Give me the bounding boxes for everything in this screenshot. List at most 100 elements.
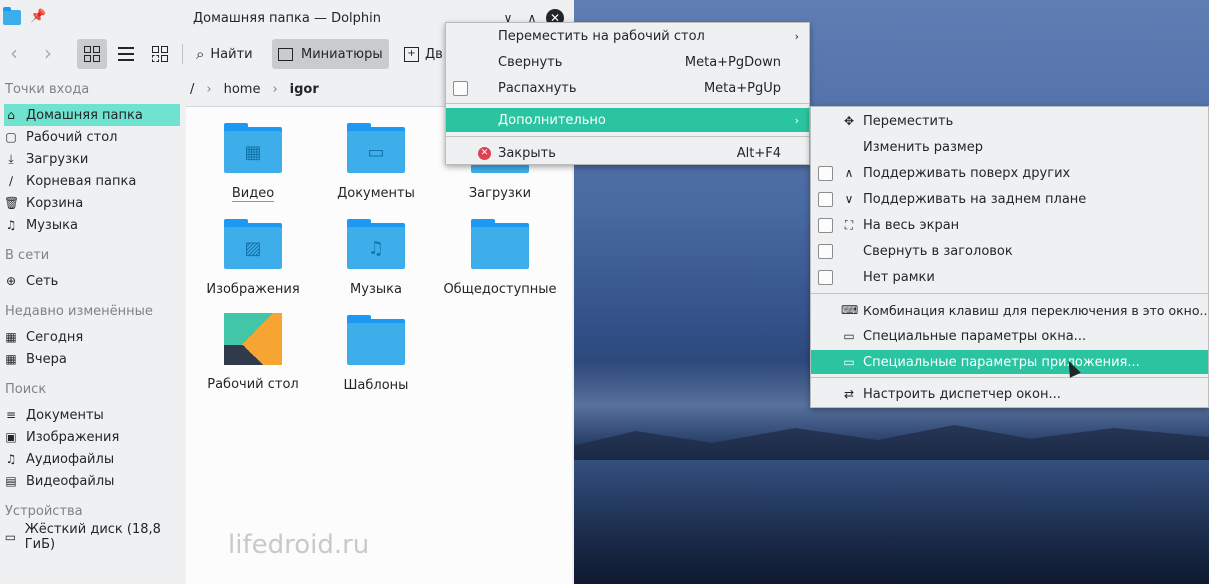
shade-checkbox[interactable]	[818, 243, 833, 259]
menu-item-label: Переместить	[863, 113, 954, 129]
sidebar-item-label: Вчера	[26, 351, 67, 367]
sidebar-item-label: Загрузки	[26, 151, 89, 167]
sidebar-item-root[interactable]: ∕ Корневая папка	[4, 170, 180, 192]
more-actions-submenu: ✥ Переместить Изменить размер ∧ Поддержи…	[810, 106, 1209, 408]
menu-item-label: Специальные параметры приложения...	[863, 354, 1140, 370]
sidebar-item-music[interactable]: ♫ Музыка	[4, 214, 180, 236]
no-border-checkbox[interactable]	[818, 269, 833, 285]
menu-item-no-border[interactable]: Нет рамки	[811, 265, 1208, 289]
menu-item-fullscreen[interactable]: ⛶ На весь экран	[811, 213, 1208, 237]
download-icon: ⤓	[8, 151, 14, 166]
menu-item-label: Переместить на рабочий стол	[498, 28, 705, 44]
folder-public-icon	[471, 219, 529, 269]
compact-view-button[interactable]	[111, 39, 141, 69]
split-view-button[interactable]: + Дв	[398, 39, 449, 69]
breadcrumb-root[interactable]: /	[190, 82, 194, 97]
details-view-icon	[152, 46, 168, 62]
sidebar-item-label: Жёсткий диск (18,8 ГиБ)	[24, 522, 161, 552]
music-icon: ♫	[5, 218, 17, 232]
menu-item-window-shortcut[interactable]: ⌨ Комбинация клавиш для переключения в э…	[811, 298, 1208, 322]
sidebar-item-images[interactable]: ▣ Изображения	[4, 426, 180, 448]
menu-item-keep-above[interactable]: ∧ Поддерживать поверх других	[811, 161, 1208, 185]
keyboard-icon: ⌨	[841, 303, 859, 317]
sidebar-item-today[interactable]: ▦ Сегодня	[4, 326, 180, 348]
settings-sliders-icon: ⇄	[843, 387, 855, 401]
menu-item-resize[interactable]: Изменить размер	[811, 135, 1208, 159]
sidebar-item-label: Сеть	[26, 273, 59, 289]
devices-header: Устройства	[5, 504, 83, 519]
file-item-videos[interactable]: ▦ Видео	[191, 107, 315, 201]
watermark: lifedroid.ru	[228, 530, 370, 560]
maximize-checkbox[interactable]	[453, 80, 468, 96]
sidebar-item-yesterday[interactable]: ▦ Вчера	[4, 348, 180, 370]
calendar-icon: ▦	[5, 330, 17, 344]
file-label: Документы	[337, 186, 415, 201]
menu-item-move[interactable]: ✥ Переместить	[811, 109, 1208, 133]
breadcrumb-home[interactable]: home	[224, 82, 261, 97]
menu-item-label: Изменить размер	[863, 139, 983, 155]
toolbar-separator	[182, 44, 183, 64]
wallpaper-lake	[572, 460, 1209, 584]
root-folder-icon: ∕	[8, 174, 14, 188]
fullscreen-checkbox[interactable]	[818, 217, 833, 233]
keep-above-checkbox[interactable]	[818, 165, 833, 181]
sidebar-item-home[interactable]: ⌂ Домашняя папка	[4, 104, 180, 126]
file-label: Музыка	[350, 282, 402, 297]
breadcrumb-current[interactable]: igor	[290, 82, 319, 97]
back-button[interactable]: ‹	[10, 43, 18, 63]
menu-item-minimize[interactable]: Свернуть Meta+PgDown	[446, 50, 809, 74]
thumbnails-button[interactable]: Миниатюры	[272, 39, 389, 69]
find-button[interactable]: ⌕ Найти	[190, 39, 259, 69]
menu-item-configure-wm[interactable]: ⇄ Настроить диспетчер окон...	[811, 382, 1208, 406]
menu-separator	[811, 293, 1208, 294]
places-header: Точки входа	[5, 82, 90, 97]
menu-item-maximize[interactable]: Распахнуть Meta+PgUp	[446, 76, 809, 100]
sidebar-item-label: Домашняя папка	[26, 107, 143, 123]
menu-item-more-actions[interactable]: Дополнительно ›	[446, 108, 809, 132]
icons-view-button[interactable]	[77, 39, 107, 69]
desktop-thumbnail-icon	[224, 313, 282, 365]
sidebar-item-audio[interactable]: ♫ Аудиофайлы	[4, 448, 180, 470]
forward-button[interactable]: ›	[44, 43, 52, 63]
network-icon: ⊕	[5, 274, 17, 288]
sidebar-item-downloads[interactable]: ⤓ Загрузки	[4, 148, 180, 170]
sidebar-item-label: Рабочий стол	[26, 129, 118, 145]
file-item-public[interactable]: Общедоступные	[438, 203, 562, 297]
menu-item-keep-below[interactable]: ∨ Поддерживать на заднем плане	[811, 187, 1208, 211]
image-icon: ▣	[5, 430, 17, 444]
chevron-right-icon: ›	[794, 113, 799, 127]
sidebar-item-documents[interactable]: ≡ Документы	[4, 404, 180, 426]
menu-item-close[interactable]: ✕ Закрыть Alt+F4	[446, 141, 809, 165]
menu-item-label: Закрыть	[498, 145, 556, 161]
menu-separator	[446, 103, 809, 104]
menu-item-label: Нет рамки	[863, 269, 935, 285]
file-item-documents[interactable]: ▭ Документы	[314, 107, 438, 201]
file-item-images[interactable]: ▨ Изображения	[191, 203, 315, 297]
sidebar-item-videos[interactable]: ▤ Видеофайлы	[4, 470, 180, 492]
file-item-desktop[interactable]: Рабочий стол	[191, 299, 315, 392]
sidebar-item-trash[interactable]: 🗑 Корзина	[4, 192, 180, 214]
menu-item-shortcut: Alt+F4	[736, 145, 781, 161]
search-icon: ⌕	[196, 45, 205, 63]
menu-item-shade[interactable]: Свернуть в заголовок	[811, 239, 1208, 263]
sidebar-item-network[interactable]: ⊕ Сеть	[4, 270, 180, 292]
menu-item-move-to-desktop[interactable]: Переместить на рабочий стол ›	[446, 24, 809, 48]
sidebar-item-desktop[interactable]: ▢ Рабочий стол	[4, 126, 180, 148]
keep-below-checkbox[interactable]	[818, 191, 833, 207]
details-view-button[interactable]	[145, 39, 175, 69]
file-label: Общедоступные	[443, 282, 557, 297]
sidebar-item-label: Изображения	[26, 429, 120, 445]
file-item-music[interactable]: ♫ Музыка	[314, 203, 438, 297]
chevron-right-icon[interactable]: ›	[206, 82, 211, 97]
file-item-templates[interactable]: Шаблоны	[314, 299, 438, 393]
sidebar-item-hard-disk[interactable]: ▭ Жёсткий диск (18,8 ГиБ)	[4, 522, 180, 552]
sidebar-item-label: Корневая папка	[26, 173, 137, 189]
app-rules-icon: ▭	[843, 355, 855, 369]
file-view[interactable]: ▦ Видео ▭ Документы Загрузки ▨ Изображен…	[186, 106, 572, 584]
desktop-icon: ▢	[5, 130, 17, 144]
menu-item-window-rules[interactable]: ▭ Специальные параметры окна...	[811, 324, 1208, 348]
chevron-right-icon[interactable]: ›	[272, 82, 277, 97]
menu-item-app-rules[interactable]: ▭ Специальные параметры приложения...	[811, 350, 1208, 374]
search-header: Поиск	[5, 382, 47, 397]
move-icon: ✥	[843, 114, 855, 128]
